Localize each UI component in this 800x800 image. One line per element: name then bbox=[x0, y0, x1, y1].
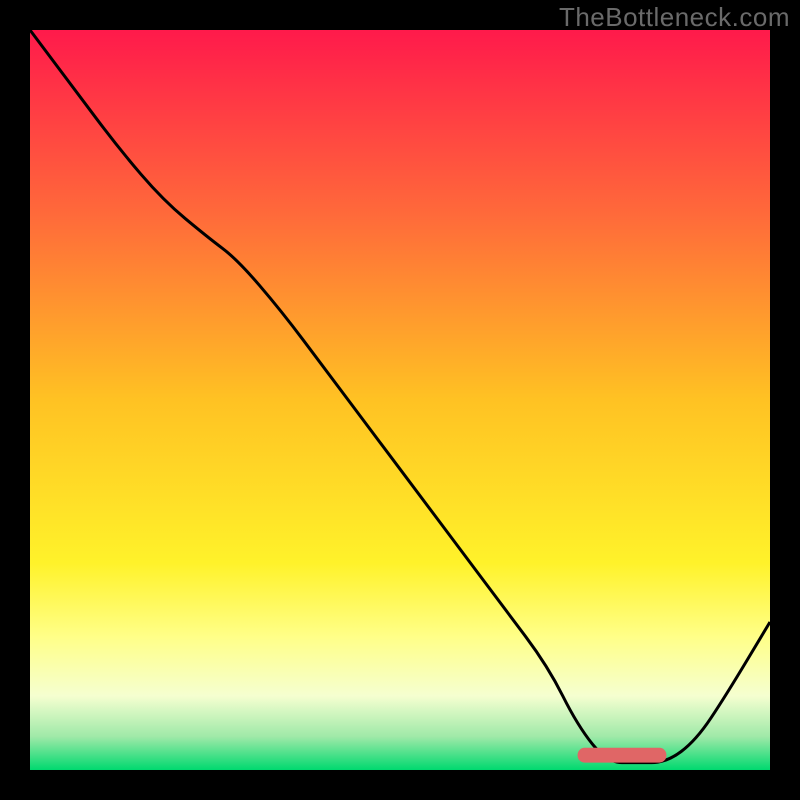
plot-area bbox=[30, 30, 770, 770]
watermark-text: TheBottleneck.com bbox=[559, 2, 790, 33]
gradient-background bbox=[30, 30, 770, 770]
chart-svg bbox=[30, 30, 770, 770]
chart-container: TheBottleneck.com bbox=[0, 0, 800, 800]
optimal-marker bbox=[578, 748, 667, 763]
